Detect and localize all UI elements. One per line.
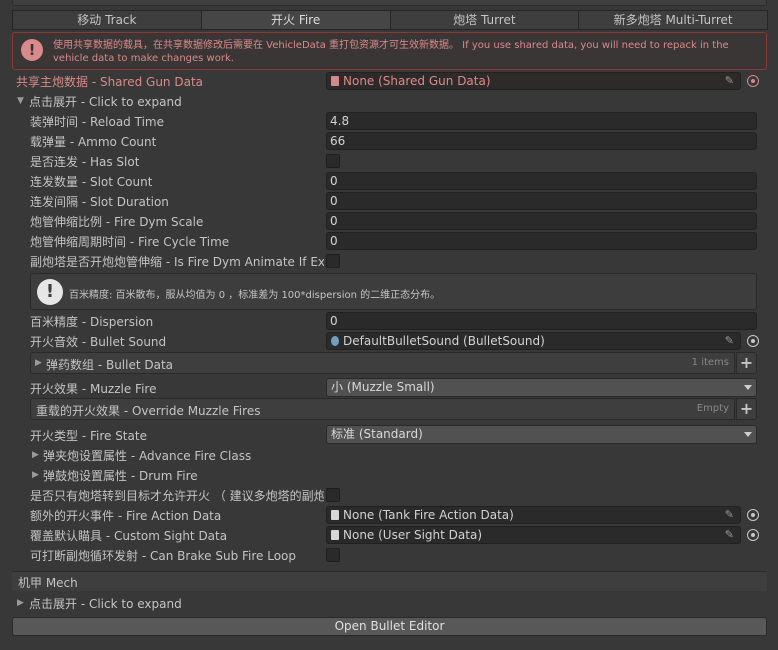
dym-scale-label: 炮管伸缩比例 - Fire Dym Scale bbox=[30, 215, 204, 229]
has-slot-row: 是否连发 - Has Slot bbox=[0, 151, 778, 171]
chevron-down-icon[interactable]: ▼ bbox=[17, 96, 24, 106]
shared-gun-label: 共享主炮数据 - Shared Gun Data bbox=[16, 75, 203, 89]
advance-fire-row[interactable]: ▶ 弹夹炮设置属性 - Advance Fire Class bbox=[0, 445, 778, 465]
info-box: ! 百米精度: 百米散布，服从均值为 0 ，标准差为 100*dispersio… bbox=[30, 273, 757, 310]
pencil-icon[interactable]: ✎ bbox=[725, 73, 734, 89]
add-muzzle-button[interactable]: + bbox=[736, 398, 757, 420]
document-icon bbox=[331, 510, 339, 520]
tab-turret[interactable]: 炮塔 Turret bbox=[389, 10, 580, 30]
mech-title: 机甲 Mech bbox=[18, 576, 78, 590]
document-icon bbox=[331, 530, 339, 540]
cycle-time-row: 炮管伸缩周期时间 - Fire Cycle Time 0 bbox=[0, 231, 778, 251]
fire-state-dropdown[interactable]: 标准 (Standard) bbox=[326, 425, 757, 444]
chevron-right-icon[interactable]: ▶ bbox=[17, 598, 24, 608]
scriptable-object-icon bbox=[331, 336, 339, 346]
pencil-icon[interactable]: ✎ bbox=[725, 507, 734, 523]
custom-sight-field[interactable]: None (User Sight Data) ✎ bbox=[326, 526, 741, 544]
muzzle-fire-label: 开火效果 - Muzzle Fire bbox=[30, 382, 157, 396]
reload-label: 装弹时间 - Reload Time bbox=[30, 115, 164, 129]
slot-count-label: 连发数量 - Slot Count bbox=[30, 175, 153, 189]
expand-label: 点击展开 - Click to expand bbox=[29, 95, 182, 109]
muzzle-fire-dropdown[interactable]: 小 (Muzzle Small) bbox=[326, 378, 757, 397]
document-icon bbox=[331, 76, 339, 86]
object-picker-icon[interactable] bbox=[747, 335, 759, 347]
cycle-time-input[interactable]: 0 bbox=[326, 232, 757, 250]
dym-animate-checkbox[interactable] bbox=[326, 254, 340, 268]
object-picker-icon[interactable] bbox=[747, 75, 759, 87]
reload-row: 装弹时间 - Reload Time 4.8 bbox=[0, 111, 778, 131]
fire-state-row: 开火类型 - Fire State 标准 (Standard) bbox=[0, 425, 778, 445]
dym-animate-row: 副炮塔是否开炮炮管伸缩 - Is Fire Dym Animate If Ext… bbox=[0, 251, 778, 271]
dym-animate-label: 副炮塔是否开炮炮管伸缩 - Is Fire Dym Animate If Ext… bbox=[30, 255, 324, 269]
only-turret-row: 是否只有炮塔转到目标才允许开火 （ 建议多炮塔的副炮使用） bbox=[0, 485, 778, 505]
custom-sight-row: 覆盖默认瞄具 - Custom Sight Data None (User Si… bbox=[0, 525, 778, 545]
info-icon: ! bbox=[37, 279, 63, 305]
ammo-row: 载弹量 - Ammo Count 66 bbox=[0, 131, 778, 151]
can-brake-label: 可打断副炮循环发射 - Can Brake Sub Fire Loop bbox=[30, 549, 297, 563]
open-bullet-editor-button[interactable]: Open Bullet Editor bbox=[12, 617, 767, 636]
drum-fire-label: 弹鼓炮设置属性 - Drum Fire bbox=[43, 469, 198, 483]
caret-down-icon bbox=[744, 385, 752, 390]
chevron-right-icon[interactable]: ▶ bbox=[35, 358, 42, 368]
top-strip bbox=[0, 0, 778, 10]
fire-state-label: 开火类型 - Fire State bbox=[30, 429, 147, 443]
mech-expand-row[interactable]: ▶ 点击展开 - Click to expand bbox=[0, 593, 778, 613]
tab-track[interactable]: 移动 Track bbox=[12, 10, 202, 30]
bullet-sound-label: 开火音效 - Bullet Sound bbox=[30, 335, 167, 349]
object-picker-icon[interactable] bbox=[747, 509, 759, 521]
slot-count-input[interactable]: 0 bbox=[326, 172, 757, 190]
slot-duration-input[interactable]: 0 bbox=[326, 192, 757, 210]
dispersion-input[interactable]: 0 bbox=[326, 312, 757, 330]
bullet-sound-field[interactable]: DefaultBulletSound (BulletSound) ✎ bbox=[326, 332, 741, 350]
has-slot-checkbox[interactable] bbox=[326, 154, 340, 168]
ammo-input[interactable]: 66 bbox=[326, 132, 757, 150]
only-turret-checkbox[interactable] bbox=[326, 488, 340, 502]
dym-scale-row: 炮管伸缩比例 - Fire Dym Scale 0 bbox=[0, 211, 778, 231]
slot-count-row: 连发数量 - Slot Count 0 bbox=[0, 171, 778, 191]
add-bullet-button[interactable]: + bbox=[736, 352, 757, 374]
warning-box: ! 使用共享数据的载具，在共享数据修改后需要在 VehicleData 重打包资… bbox=[12, 32, 767, 70]
object-picker-icon[interactable] bbox=[747, 529, 759, 541]
fire-action-field[interactable]: None (Tank Fire Action Data) ✎ bbox=[326, 506, 741, 524]
slot-duration-label: 连发间隔 - Slot Duration bbox=[30, 195, 169, 209]
bullet-data-header[interactable]: ▶ 弹药数组 - Bullet Data 1 items bbox=[30, 352, 735, 374]
mech-expand-label: 点击展开 - Click to expand bbox=[29, 597, 182, 611]
tab-fire[interactable]: 开火 Fire bbox=[200, 10, 391, 30]
info-text: 百米精度: 百米散布，服从均值为 0 ，标准差为 100*dispersion … bbox=[69, 290, 441, 301]
pencil-icon[interactable]: ✎ bbox=[725, 527, 734, 543]
dym-scale-input[interactable]: 0 bbox=[326, 212, 757, 230]
advance-fire-label: 弹夹炮设置属性 - Advance Fire Class bbox=[43, 449, 252, 463]
fire-action-label: 额外的开火事件 - Fire Action Data bbox=[30, 509, 222, 523]
pencil-icon[interactable]: ✎ bbox=[725, 333, 734, 349]
dispersion-label: 百米精度 - Dispersion bbox=[30, 315, 154, 329]
drum-fire-row[interactable]: ▶ 弹鼓炮设置属性 - Drum Fire bbox=[0, 465, 778, 485]
bullet-sound-row: 开火音效 - Bullet Sound DefaultBulletSound (… bbox=[0, 331, 778, 351]
override-muzzle-header[interactable]: 重载的开火效果 - Override Muzzle Fires Empty bbox=[30, 398, 735, 420]
shared-gun-row: 共享主炮数据 - Shared Gun Data None (Shared Gu… bbox=[0, 71, 778, 91]
warning-icon: ! bbox=[21, 39, 43, 61]
custom-sight-label: 覆盖默认瞄具 - Custom Sight Data bbox=[30, 529, 228, 543]
dispersion-row: 百米精度 - Dispersion 0 bbox=[0, 311, 778, 331]
slot-duration-row: 连发间隔 - Slot Duration 0 bbox=[0, 191, 778, 211]
mech-header[interactable]: 机甲 Mech bbox=[12, 571, 767, 591]
fire-action-row: 额外的开火事件 - Fire Action Data None (Tank Fi… bbox=[0, 505, 778, 525]
ammo-label: 载弹量 - Ammo Count bbox=[30, 135, 157, 149]
caret-down-icon bbox=[744, 432, 752, 437]
empty-count: Empty bbox=[696, 403, 729, 414]
tab-multi-turret[interactable]: 新多炮塔 Multi-Turret bbox=[578, 10, 768, 30]
muzzle-fire-row: 开火效果 - Muzzle Fire 小 (Muzzle Small) bbox=[0, 378, 778, 398]
shared-gun-field[interactable]: None (Shared Gun Data) ✎ bbox=[326, 72, 741, 90]
can-brake-checkbox[interactable] bbox=[326, 548, 340, 562]
can-brake-row: 可打断副炮循环发射 - Can Brake Sub Fire Loop bbox=[0, 545, 778, 565]
expand-row[interactable]: ▼ 点击展开 - Click to expand bbox=[0, 91, 778, 111]
item-count: 1 items bbox=[691, 357, 729, 368]
chevron-right-icon[interactable]: ▶ bbox=[32, 450, 39, 460]
warning-text: 使用共享数据的载具，在共享数据修改后需要在 VehicleData 重打包资源才… bbox=[53, 40, 729, 64]
tab-bar: 移动 Track 开火 Fire 炮塔 Turret 新多炮塔 Multi-Tu… bbox=[12, 10, 768, 30]
only-turret-label: 是否只有炮塔转到目标才允许开火 （ 建议多炮塔的副炮使用） bbox=[30, 489, 324, 503]
has-slot-label: 是否连发 - Has Slot bbox=[30, 155, 140, 169]
cycle-time-label: 炮管伸缩周期时间 - Fire Cycle Time bbox=[30, 235, 230, 249]
chevron-right-icon[interactable]: ▶ bbox=[32, 470, 39, 480]
reload-input[interactable]: 4.8 bbox=[326, 112, 757, 130]
